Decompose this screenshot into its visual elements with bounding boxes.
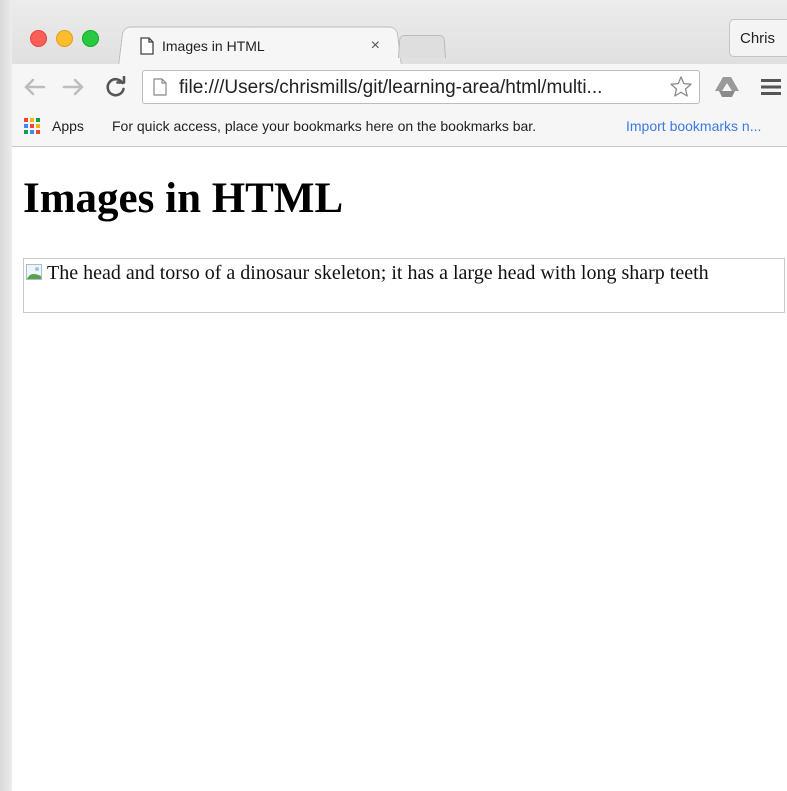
back-arrow-icon[interactable]: [22, 75, 46, 99]
reload-icon[interactable]: [104, 75, 128, 99]
bookmarks-hint: For quick access, place your bookmarks h…: [112, 118, 537, 134]
address-bar[interactable]: file:///Users/chrismills/git/learning-ar…: [142, 70, 700, 104]
page-icon: [153, 78, 167, 101]
window-edge: [0, 0, 12, 791]
tab-close-icon[interactable]: ×: [371, 37, 380, 55]
page-content: Images in HTML The head and torso of a d…: [12, 147, 787, 791]
toolbar: file:///Users/chrismills/git/learning-ar…: [0, 64, 787, 110]
forward-arrow-icon[interactable]: [62, 75, 86, 99]
new-tab-button[interactable]: [398, 35, 446, 58]
window-close-button[interactable]: [30, 30, 47, 47]
window-maximize-button[interactable]: [82, 30, 99, 47]
image-alt-text: The head and torso of a dinosaur skeleto…: [47, 262, 709, 284]
profile-button[interactable]: Chris: [729, 19, 787, 57]
apps-grid-icon[interactable]: [24, 118, 42, 136]
tab-title: Images in HTML: [162, 38, 265, 54]
tab-strip: Images in HTML × Chris: [0, 0, 787, 66]
import-bookmarks-link[interactable]: Import bookmarks n...: [626, 118, 761, 134]
google-drive-icon[interactable]: [714, 74, 740, 100]
apps-link[interactable]: Apps: [52, 118, 84, 134]
browser-window: Images in HTML × Chris file:///Users/chr…: [0, 0, 787, 791]
broken-image-icon: [26, 264, 42, 280]
star-icon[interactable]: [669, 75, 693, 99]
url-text: file:///Users/chrismills/git/learning-ar…: [179, 77, 603, 98]
window-minimize-button[interactable]: [56, 30, 73, 47]
broken-image: The head and torso of a dinosaur skeleto…: [23, 258, 785, 313]
browser-chrome: Images in HTML × Chris file:///Users/chr…: [0, 0, 787, 147]
hamburger-menu-icon[interactable]: [760, 77, 782, 97]
page-icon: [140, 37, 154, 55]
bookmarks-bar: Apps For quick access, place your bookma…: [0, 110, 787, 146]
tab-images-in-html[interactable]: Images in HTML ×: [140, 32, 390, 60]
profile-name: Chris: [740, 29, 776, 47]
page-title: Images in HTML: [23, 175, 344, 222]
